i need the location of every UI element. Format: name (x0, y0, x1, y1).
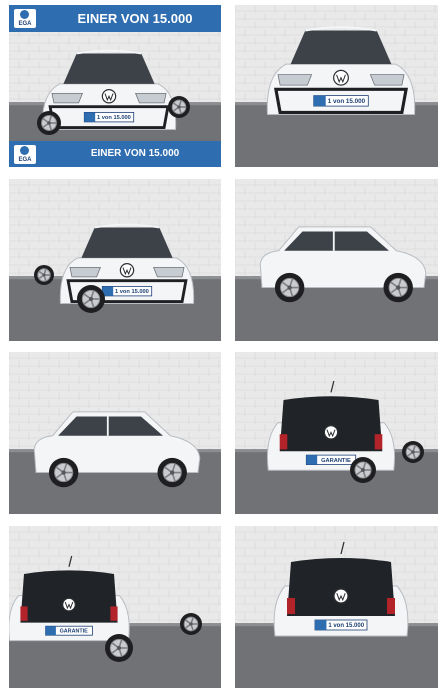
photo-gallery: 1 von 15.000 EGA EINER VON 15.000 EGA EINER … (0, 0, 438, 688)
car-image (9, 352, 221, 514)
ega-logo: EGA (14, 9, 36, 28)
car-image: GARANTIE (235, 352, 438, 514)
ega-logo: EGA (14, 145, 36, 164)
car-image: GARANTIE (9, 526, 221, 688)
rear-plate-label: GARANTIE (321, 458, 351, 464)
photo-front[interactable]: 1 von 15.000 (235, 5, 438, 167)
car-image (235, 179, 438, 341)
promo-banner-bottom: EGA EINER VON 15.000 (9, 141, 221, 167)
car-image: 1 von 15.000 (235, 526, 438, 688)
promo-banner-text: EINER VON 15.000 (77, 11, 193, 26)
photo-front-left-promo[interactable]: 1 von 15.000 EGA EINER VON 15.000 EGA EINER … (9, 5, 221, 167)
promo-banner-top: EGA EINER VON 15.000 (9, 5, 221, 32)
photo-front-left[interactable]: 1 von 15.000 (9, 179, 221, 341)
car-image: 1 von 15.000 (9, 179, 221, 341)
promo-banner-text: EINER VON 15.000 (90, 148, 180, 159)
rear-plate-label: GARANTIE (60, 629, 89, 635)
photo-front-right[interactable] (235, 179, 438, 341)
photo-rear-right[interactable]: GARANTIE (235, 352, 438, 514)
license-plate-label: 1 von 15.000 (115, 289, 149, 295)
license-plate-label: 1 von 15.000 (328, 98, 366, 105)
rear-plate-label: 1 von 15.000 (328, 623, 364, 629)
photo-side[interactable] (9, 352, 221, 514)
car-image: 1 von 15.000 (235, 5, 438, 167)
photo-rear-left[interactable]: GARANTIE (9, 526, 221, 688)
license-plate-label: 1 von 15.000 (97, 115, 131, 121)
photo-rear[interactable]: 1 von 15.000 (235, 526, 438, 688)
